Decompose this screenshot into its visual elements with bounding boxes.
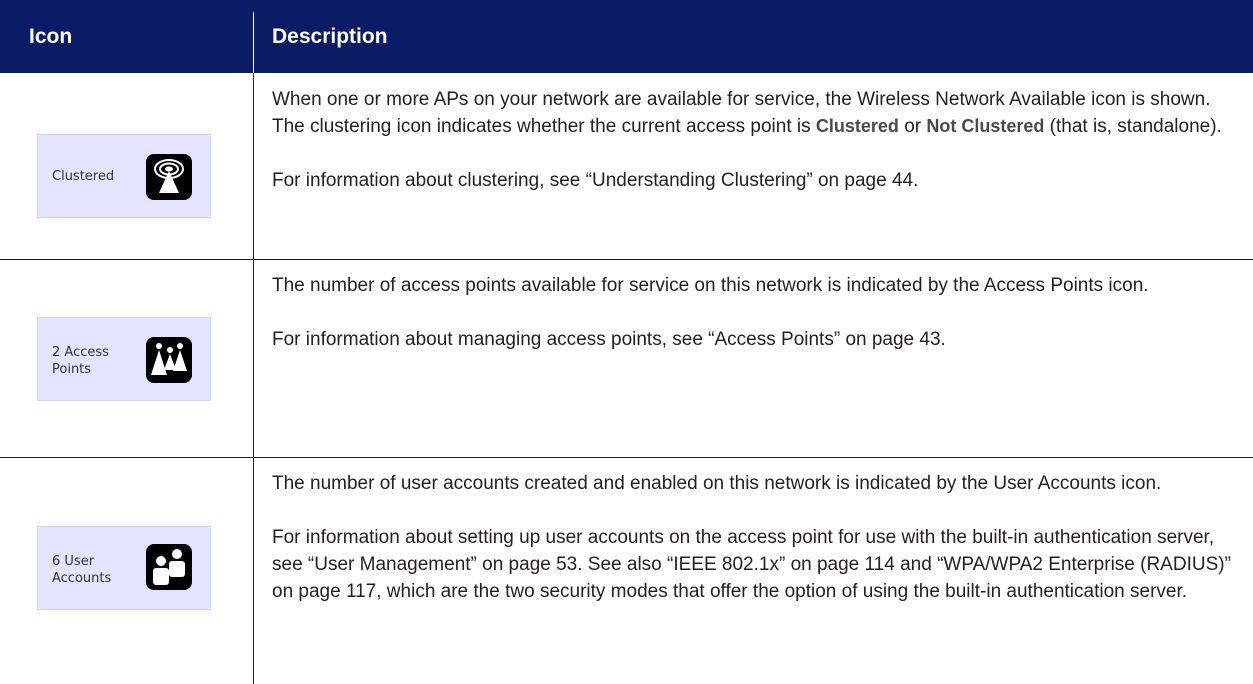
user-accounts-reference-paragraph: For information about setting up user ac… — [272, 527, 1231, 602]
clustered-status-box: Clustered — [37, 134, 211, 218]
term-clustered: Clustered — [815, 116, 899, 136]
user-accounts-icon — [146, 544, 192, 590]
access-points-icon — [146, 337, 192, 383]
access-points-label: 2 Access Points — [52, 345, 109, 377]
row-separator — [0, 259, 1253, 260]
header-description-column: Description — [272, 25, 388, 48]
column-divider — [253, 73, 254, 684]
clustered-description: When one or more APs on your network are… — [272, 86, 1232, 194]
access-points-status-box: 2 Access Points — [37, 317, 211, 401]
user-accounts-status-box: 6 User Accounts — [37, 526, 211, 610]
access-points-reference-paragraph: For information about managing access po… — [272, 329, 946, 350]
description-text: or — [898, 116, 927, 137]
user-accounts-label: 6 User Accounts — [52, 554, 112, 586]
wireless-signal-icon — [146, 154, 192, 200]
user-accounts-description: The number of user accounts created and … — [272, 470, 1232, 605]
header-icon-column: Icon — [29, 25, 73, 48]
description-text: (that is, standalone). — [1044, 116, 1222, 137]
header-column-separator — [253, 12, 254, 73]
table-header-row: Icon Description — [0, 0, 1253, 73]
clustered-description-paragraph: When one or more APs on your network are… — [272, 86, 1232, 140]
term-not-clustered: Not Clustered — [926, 116, 1045, 136]
row-separator — [0, 457, 1253, 458]
access-points-description: The number of access points available fo… — [272, 272, 1232, 353]
clustered-reference-paragraph: For information about clustering, see “U… — [272, 170, 919, 191]
user-accounts-description-paragraph: The number of user accounts created and … — [272, 473, 1162, 494]
clustered-label: Clustered — [52, 169, 115, 184]
access-points-description-paragraph: The number of access points available fo… — [272, 275, 1149, 296]
